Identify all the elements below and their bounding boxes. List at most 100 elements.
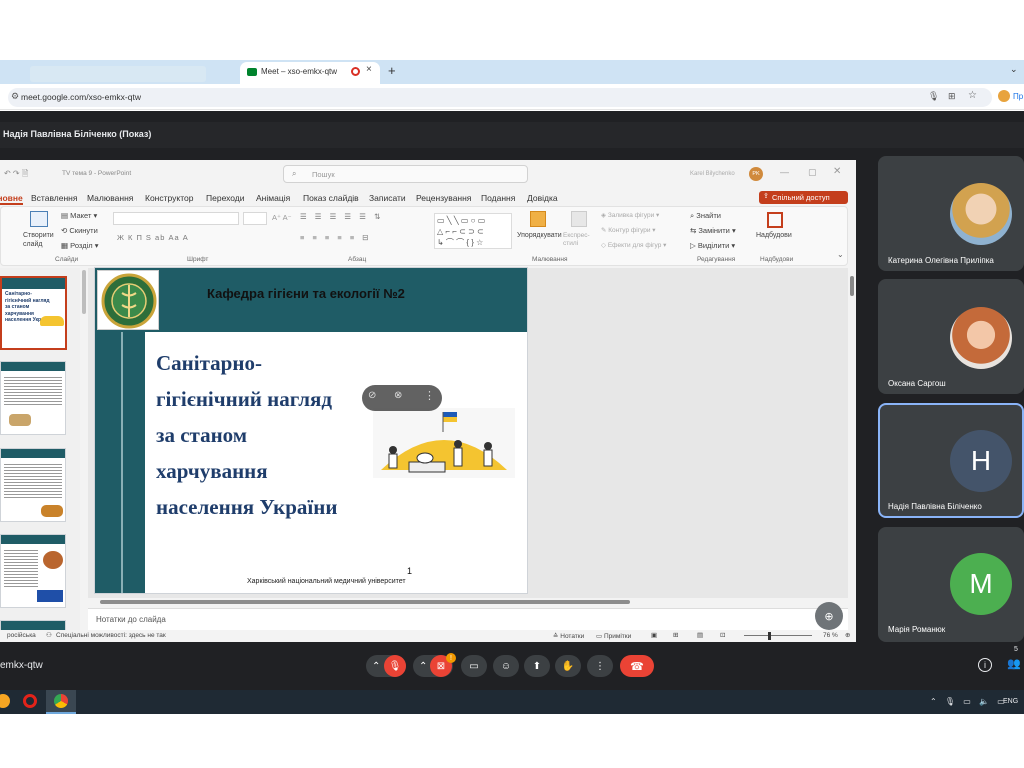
camera-alert-text: ! [450,654,452,662]
quick-styles-icon[interactable] [571,211,587,227]
font-name-dropdown[interactable] [113,212,239,225]
ppt-search-box[interactable]: ⌕ Пошук [283,165,528,183]
find-button[interactable]: ⌕ Знайти [690,211,721,221]
thumb-scrollbar[interactable] [82,270,86,314]
current-slide[interactable]: Кафедра гігієни та екології №2 Санітарно… [95,268,527,593]
slide-thumbnail-4[interactable] [0,534,66,608]
layout-button[interactable]: ▤ Макет ▾ [61,211,97,220]
tab-search-icon[interactable]: ⌄ [1010,64,1018,75]
shape-outline-button[interactable]: ✎ Контур фігури ▾ [601,226,656,234]
opera-icon[interactable] [23,694,37,708]
leave-call-button[interactable]: ☎ [620,655,654,677]
canvas-vscroll[interactable] [848,268,856,598]
view-sorter-icon[interactable]: ⊞ [673,631,678,639]
present-button[interactable]: ⬆ [524,655,550,677]
site-settings-icon[interactable]: ⚙ [11,91,19,102]
slide-thumbnail-3[interactable] [0,448,66,522]
view-reading-icon[interactable]: ▤ [697,631,703,639]
tab-animations[interactable]: Анімація [256,193,290,203]
shapes-gallery[interactable]: ▭ ╲ ╲ ▭ ○ ▭ △ ⌐ ⌐ ⊂ ⊃ ⊂ ↳ ⌒ ⌒ { } ☆ [434,213,512,249]
tray-icons[interactable]: ⌃ 🎙 ▭ 🔈 ▭ [930,697,1008,706]
tab-record[interactable]: Записати [369,193,406,203]
profile-avatar-icon[interactable] [998,90,1010,102]
quick-styles-label[interactable]: Експрес-стилі [563,232,599,248]
slide-thumbnail-2[interactable] [0,361,66,435]
font-size-arrows[interactable]: A⁺ A⁻ [272,213,292,222]
overlay-more-icon[interactable]: ⋮ [424,389,435,402]
mic-permission-icon[interactable]: 🎙 [928,91,939,102]
tab-help[interactable]: Довідка [527,193,558,203]
profile-label[interactable]: Пр [1013,92,1023,101]
zoom-slider[interactable] [744,635,812,636]
paragraph-align-icons[interactable]: ≡ ≡ ≡ ≡ ≡ ⊟ [300,233,372,242]
address-bar[interactable]: ⚙ meet.google.com/xso-emkx-qtw 🎙 ⊞ ☆ [8,88,992,107]
tab-transitions[interactable]: Переходи [206,193,245,203]
tab-home[interactable]: Основне [0,193,23,205]
bookmark-star-icon[interactable]: ☆ [968,90,977,101]
section-button[interactable]: ▦ Розділ ▾ [61,241,98,250]
tab-design[interactable]: Конструктор [145,193,193,203]
shape-fill-icon: ◈ [601,212,608,219]
arrange-icon[interactable] [530,211,546,227]
select-button[interactable]: ▷ Виділити ▾ [690,241,735,250]
collapse-ribbon-icon[interactable]: ⌄ [837,250,844,259]
zoom-slider-thumb[interactable] [768,632,771,640]
slide-thumbnail-1[interactable]: Санітарно- гігієнічний нагляд за станом … [0,276,67,350]
participant-name: Марія Романюк [888,625,946,634]
browser-tab-blurred[interactable] [30,66,206,82]
zoom-level[interactable]: 76 % [823,632,838,639]
share-button[interactable]: ⇪ Спільний доступ [759,191,848,204]
mic-muted-button[interactable]: 🎙 [384,655,406,677]
participant-initial-avatar: М [950,553,1012,615]
view-slideshow-icon[interactable]: ⊡ [720,631,725,639]
notes-pane[interactable]: Нотатки до слайда [88,608,848,630]
tab-close-icon[interactable]: × [366,64,372,75]
reset-button[interactable]: ⟲ Скинути [61,226,98,235]
tab-review[interactable]: Рецензування [416,193,471,203]
meeting-info-icon[interactable]: i [978,658,992,672]
ppt-user-avatar[interactable]: PK [749,167,763,181]
more-options-button[interactable]: ⋮ [587,655,613,677]
raise-hand-button[interactable]: ✋ [555,655,581,677]
tray-language[interactable]: ENG [1003,698,1018,705]
recording-icon [351,67,360,76]
canvas-vscroll-thumb[interactable] [850,276,854,296]
new-slide-label[interactable]: Створити слайд [23,231,57,249]
minimize-icon[interactable]: — [780,167,789,177]
food-illustration-graphic [373,408,515,478]
reactions-button[interactable]: ☺ [493,655,519,677]
addins-label[interactable]: Надбудови [756,232,792,239]
shape-effects-button[interactable]: ◇ Ефекти для фігур ▾ [601,241,666,249]
shape-fill-button[interactable]: ◈ Заливка фігури ▾ [601,211,659,219]
tab-slideshow[interactable]: Показ слайдів [303,193,359,203]
chrome-taskbar-button[interactable] [46,690,76,714]
arrange-label[interactable]: Упорядкувати [517,232,562,239]
mute-presentation-icon[interactable]: ⊗ [394,390,402,401]
tab-draw[interactable]: Малювання [87,193,133,203]
close-window-icon[interactable]: ✕ [833,166,841,177]
new-tab-button[interactable]: + [388,63,396,78]
addins-icon[interactable] [767,212,783,228]
zoom-fab-button[interactable]: ⊕ [815,602,843,630]
canvas-hscroll[interactable] [100,600,630,604]
fit-slide-icon[interactable]: ⊕ [845,631,850,639]
view-normal-icon[interactable]: ▣ [651,631,657,639]
new-slide-icon[interactable] [30,211,48,227]
status-accessibility[interactable]: Спеціальні можливості: здесь не так [56,632,166,639]
captions-button[interactable]: ▭ [461,655,487,677]
tab-insert[interactable]: Вставлення [31,193,77,203]
pin-off-icon[interactable]: ⊘ [368,390,376,401]
replace-button[interactable]: ⇆ Замінити ▾ [690,226,736,235]
status-comments[interactable]: ▭ Примітки [596,632,631,640]
font-format-row[interactable]: Ж К П S ab Аа А [117,233,189,242]
thumb1-line: харчування [5,310,34,317]
translate-icon[interactable]: ⊞ [948,91,956,102]
people-icon[interactable]: 👥 [1007,657,1021,670]
maximize-icon[interactable]: ▢ [808,167,817,178]
tab-view[interactable]: Подання [481,193,515,203]
browser-tab-meet[interactable]: Meet – xso-emkx-qtw × [240,62,380,84]
status-notes[interactable]: ≙ Нотатки [553,632,584,640]
status-language[interactable]: російська [7,632,36,639]
font-size-dropdown[interactable] [243,212,267,225]
paragraph-list-icons[interactable]: ☰ ☰ ☰ ☰ ☰ ⇅ [300,212,383,221]
